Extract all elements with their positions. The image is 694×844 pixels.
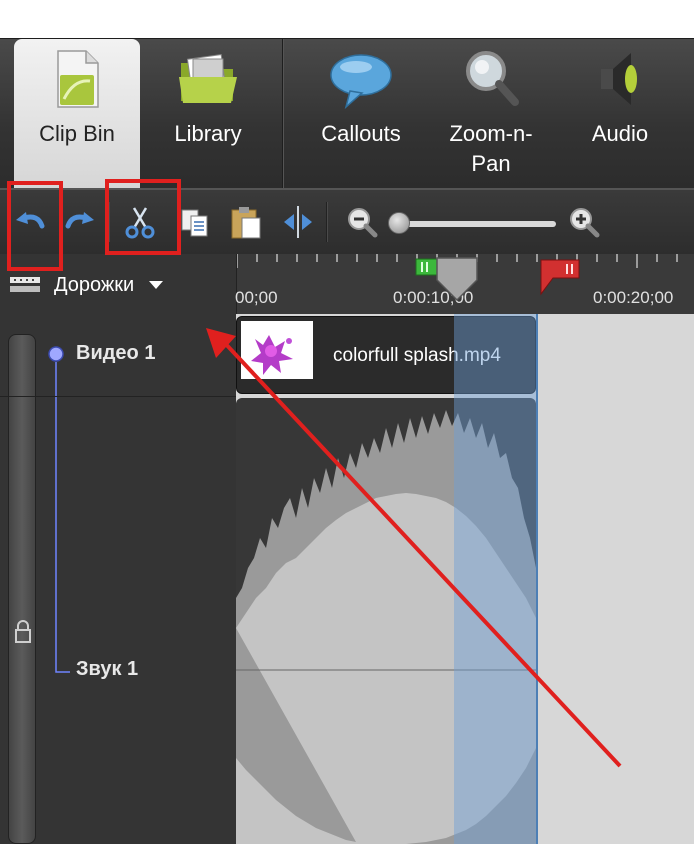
annotation-arrow-head xyxy=(206,328,236,358)
annotation-overlay xyxy=(7,179,622,768)
annotation-arrow-line xyxy=(220,338,622,768)
camtasia-editor: Clip Bin Library Callouts Zoom-n- Pan Au… xyxy=(0,0,694,844)
undo-highlight-box xyxy=(7,181,63,271)
cut-highlight-box xyxy=(105,179,181,255)
